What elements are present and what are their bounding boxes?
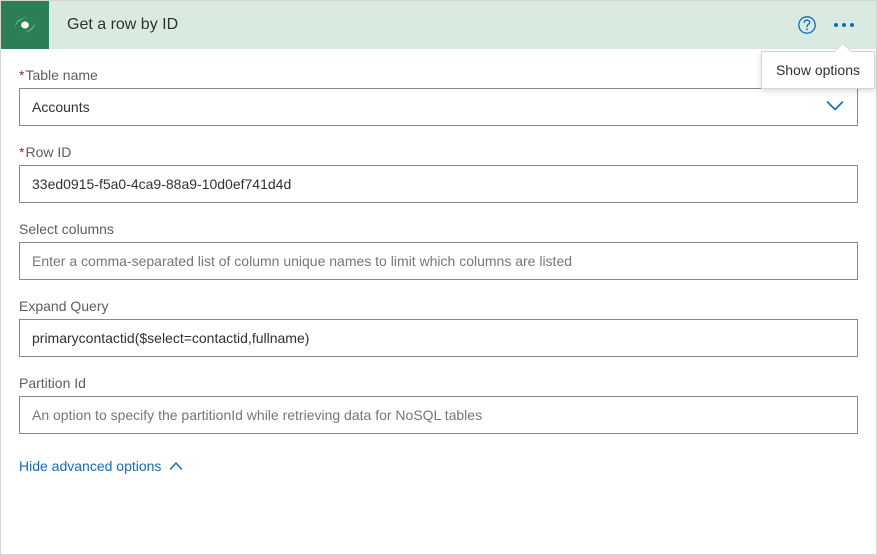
select-columns-label: Select columns xyxy=(19,221,858,237)
show-options-tooltip: Show options xyxy=(761,51,875,89)
header-actions xyxy=(798,16,876,34)
field-expand-query: Expand Query xyxy=(19,298,858,357)
hide-advanced-options-toggle[interactable]: Hide advanced options xyxy=(19,458,183,474)
select-columns-input[interactable] xyxy=(19,242,858,280)
table-name-label: *Table name xyxy=(19,67,858,83)
table-name-select[interactable] xyxy=(19,88,858,126)
field-partition-id: Partition Id xyxy=(19,375,858,434)
row-id-label: *Row ID xyxy=(19,144,858,160)
field-select-columns: Select columns xyxy=(19,221,858,280)
partition-id-input[interactable] xyxy=(19,396,858,434)
required-asterisk: * xyxy=(19,144,24,160)
partition-id-label: Partition Id xyxy=(19,375,858,391)
field-row-id: *Row ID xyxy=(19,144,858,203)
expand-query-label: Expand Query xyxy=(19,298,858,314)
chevron-up-icon xyxy=(169,458,183,474)
more-options-icon[interactable] xyxy=(834,23,854,27)
help-icon[interactable] xyxy=(798,16,816,34)
card-title: Get a row by ID xyxy=(49,16,798,34)
field-table-name: *Table name xyxy=(19,67,858,126)
form-body: *Table name *Row ID Select columns Expan… xyxy=(1,49,876,486)
row-id-input[interactable] xyxy=(19,165,858,203)
connector-logo-icon xyxy=(1,1,49,49)
card-header: Get a row by ID xyxy=(1,1,876,49)
required-asterisk: * xyxy=(19,67,24,83)
expand-query-input[interactable] xyxy=(19,319,858,357)
advanced-toggle-label: Hide advanced options xyxy=(19,458,161,474)
